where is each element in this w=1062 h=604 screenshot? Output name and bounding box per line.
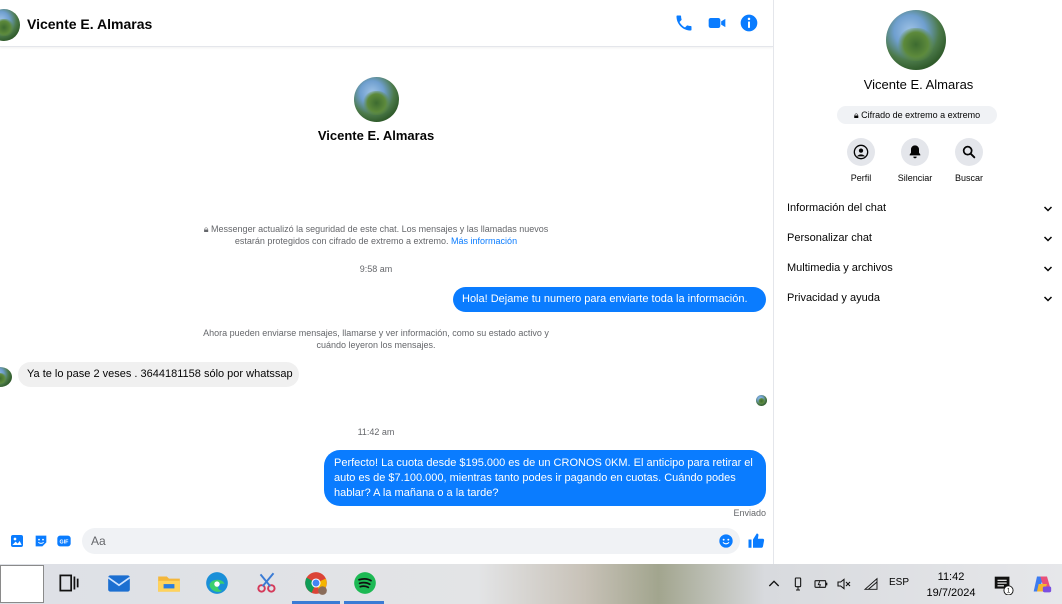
system-tray: ESP 11:42 19/7/2024 1 — [764, 564, 1062, 604]
sticker-icon[interactable] — [33, 533, 49, 549]
message-input[interactable] — [82, 528, 740, 554]
snipping-tool-icon[interactable] — [254, 570, 280, 596]
lock-icon: 🔒︎ — [853, 110, 859, 120]
clock[interactable]: 11:42 19/7/2024 — [922, 569, 980, 601]
timestamp: 11:42 am — [357, 427, 395, 437]
phone-icon[interactable] — [674, 13, 694, 33]
task-view-icon[interactable] — [56, 570, 82, 596]
message-composer: GIF — [0, 525, 773, 564]
sender-avatar[interactable] — [0, 367, 12, 387]
chat-pane: Vicente E. Almaras Vicente E. Almaras 🔒︎… — [0, 0, 773, 564]
svg-text:GIF: GIF — [60, 539, 70, 545]
security-notice: 🔒︎ Messenger actualizó la seguridad de e… — [203, 224, 549, 246]
gif-icon[interactable]: GIF — [56, 533, 72, 549]
file-explorer-icon[interactable] — [156, 570, 182, 596]
contact-avatar[interactable] — [0, 9, 20, 41]
status-notice: Ahora pueden enviarse mensajes, llamarse… — [203, 328, 549, 350]
wifi-icon[interactable] — [863, 576, 879, 592]
chrome-icon[interactable] — [303, 570, 329, 596]
volume-muted-icon[interactable] — [836, 576, 852, 592]
contact-name[interactable]: Vicente E. Almaras — [27, 16, 152, 32]
seen-indicator-avatar — [756, 395, 767, 406]
section-media-files[interactable]: Multimedia y archivos — [786, 259, 1054, 279]
intro-avatar[interactable] — [354, 77, 399, 122]
timestamp: 9:58 am — [359, 264, 393, 274]
lock-icon: 🔒︎ — [203, 224, 212, 234]
chat-header: Vicente E. Almaras — [0, 0, 773, 47]
taskbar: ESP 11:42 19/7/2024 1 — [0, 564, 1062, 604]
chevron-down-icon — [1043, 206, 1053, 212]
section-chat-info[interactable]: Información del chat — [786, 199, 1054, 219]
chevron-down-icon — [1043, 296, 1053, 302]
edge-browser-icon[interactable] — [204, 570, 230, 596]
profile-avatar[interactable] — [886, 10, 946, 70]
encryption-badge[interactable]: 🔒︎ Cifrado de extremo a extremo — [837, 106, 997, 124]
svg-text:1: 1 — [1007, 588, 1011, 595]
more-info-link[interactable]: Más información — [451, 236, 517, 246]
taskbar-search-box[interactable] — [0, 565, 44, 603]
mute-button[interactable]: Silenciar — [885, 138, 945, 183]
emoji-icon[interactable] — [718, 533, 734, 549]
notifications-icon[interactable]: 1 — [992, 573, 1014, 595]
message-outgoing[interactable]: Perfecto! La cuota desde $195.000 es de … — [324, 450, 766, 506]
message-incoming[interactable]: Ya te lo pase 2 veses . 3644181158 sólo … — [18, 362, 299, 387]
search-icon — [962, 145, 976, 159]
thumbs-up-icon[interactable] — [747, 532, 765, 550]
chevron-down-icon — [1043, 266, 1053, 272]
chat-details-panel: Vicente E. Almaras 🔒︎ Cifrado de extremo… — [773, 0, 1062, 564]
copilot-icon[interactable] — [1032, 574, 1052, 594]
profile-icon — [853, 144, 869, 160]
battery-icon[interactable] — [813, 576, 829, 592]
usb-device-icon[interactable] — [790, 576, 806, 592]
info-icon[interactable] — [739, 13, 759, 33]
search-button[interactable]: Buscar — [939, 138, 999, 183]
spotify-icon[interactable] — [352, 570, 378, 596]
profile-button[interactable]: Perfil — [831, 138, 891, 183]
message-outgoing[interactable]: Hola! Dejame tu numero para enviarte tod… — [453, 287, 766, 312]
profile-name: Vicente E. Almaras — [863, 77, 974, 92]
section-privacy-help[interactable]: Privacidad y ayuda — [786, 289, 1054, 309]
bell-icon — [909, 145, 921, 159]
photo-icon[interactable] — [9, 533, 25, 549]
input-language[interactable]: ESP — [889, 577, 909, 588]
section-customize-chat[interactable]: Personalizar chat — [786, 229, 1054, 249]
sent-status: Enviado — [733, 508, 766, 518]
mail-icon[interactable] — [106, 570, 132, 596]
intro-contact-name: Vicente E. Almaras — [317, 128, 435, 143]
video-call-icon[interactable] — [707, 13, 727, 33]
chevron-down-icon — [1043, 236, 1053, 242]
chevron-up-icon[interactable] — [766, 576, 782, 592]
